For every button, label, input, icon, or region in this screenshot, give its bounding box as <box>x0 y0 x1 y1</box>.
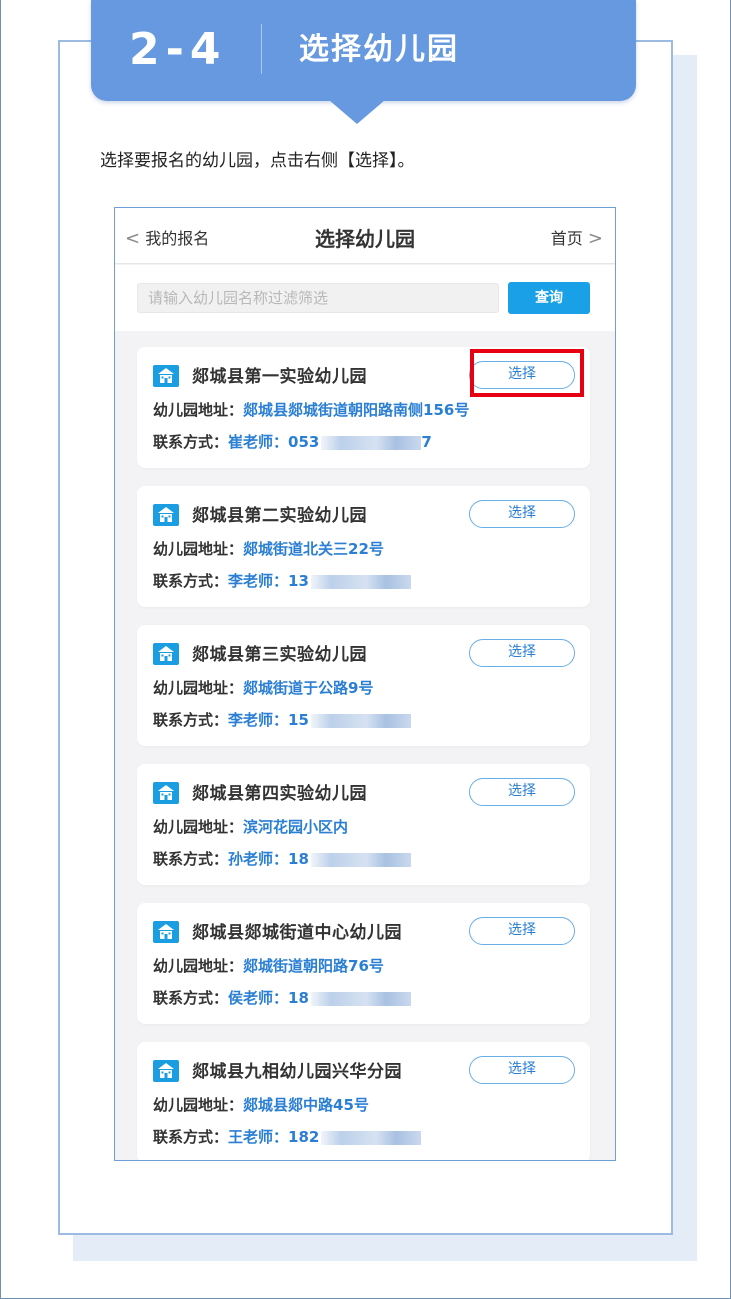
contact-name: 王老师： <box>228 1128 289 1146</box>
select-button[interactable]: 选择 <box>469 639 575 667</box>
address-value: 郯城县郯城街道朝阳路南侧156号 <box>243 401 470 419</box>
school-building-icon <box>153 921 179 943</box>
address-label: 幼儿园地址： <box>153 679 244 697</box>
search-bar: 查询 <box>115 265 615 331</box>
address-row: 幼儿园地址：郯城街道朝阳路76号 <box>153 955 384 976</box>
select-button[interactable]: 选择 <box>469 500 575 528</box>
phone-visible: 182 <box>288 1128 320 1146</box>
phone-blur <box>310 713 411 728</box>
search-button[interactable]: 查询 <box>508 282 590 314</box>
school-building-icon <box>153 1060 179 1082</box>
kindergarten-card: 郯城县九相幼儿园兴华分园 选择 幼儿园地址：郯城县郯中路45号 联系方式：王老师：18… <box>137 1042 590 1160</box>
banner-pointer <box>329 100 385 124</box>
phone-visible: 18 <box>288 989 309 1007</box>
contact-row: 联系方式：王老师：182 <box>153 1126 422 1147</box>
address-label: 幼儿园地址： <box>153 401 244 419</box>
contact-label: 联系方式： <box>153 572 229 590</box>
nav-bar: < 我的报名 选择幼儿园 首页 > <box>115 208 615 264</box>
contact-row: 联系方式：崔老师：053 7 <box>153 431 432 452</box>
step-title: 选择幼儿园 <box>299 32 459 67</box>
select-button[interactable]: 选择 <box>469 917 575 945</box>
instruction-text: 选择要报名的幼儿园，点击右侧【选择】。 <box>100 151 415 171</box>
home-label: 首页 <box>550 229 583 248</box>
address-row: 幼儿园地址：郯城街道于公路9号 <box>153 677 373 698</box>
phone-visible: 15 <box>288 711 309 729</box>
step-divider <box>261 24 262 74</box>
contact-row: 联系方式：孙老师：18 <box>153 848 411 869</box>
address-value: 郯城县郯中路45号 <box>243 1096 369 1114</box>
school-building-icon <box>153 504 179 526</box>
kindergarten-name: 郯城县第三实验幼儿园 <box>192 645 367 665</box>
address-row: 幼儿园地址：滨河花园小区内 <box>153 816 348 837</box>
contact-row: 联系方式：李老师：15 <box>153 709 411 730</box>
phone-blur <box>310 991 411 1006</box>
contact-name: 侯老师： <box>228 989 289 1007</box>
contact-name: 孙老师： <box>228 850 289 868</box>
select-button[interactable]: 选择 <box>469 778 575 806</box>
phone-blur <box>310 852 411 867</box>
phone-visible: 053 <box>288 433 320 451</box>
address-row: 幼儿园地址：郯城县郯城街道朝阳路南侧156号 <box>153 399 469 420</box>
search-input[interactable] <box>137 283 499 313</box>
address-value: 郯城街道北关三22号 <box>243 540 384 558</box>
select-button[interactable]: 选择 <box>469 1056 575 1084</box>
contact-row: 联系方式：侯老师：18 <box>153 987 411 1008</box>
phone-blur <box>310 574 411 589</box>
school-building-icon <box>153 643 179 665</box>
kindergarten-card: 郯城县郯城街道中心幼儿园 选择 幼儿园地址：郯城街道朝阳路76号 联系方式：侯老师：1… <box>137 903 590 1024</box>
address-value: 郯城街道于公路9号 <box>243 679 374 697</box>
school-building-icon <box>153 365 179 387</box>
phone-visible: 18 <box>288 850 309 868</box>
kindergarten-name: 郯城县九相幼儿园兴华分园 <box>192 1062 402 1082</box>
contact-name: 李老师： <box>228 711 289 729</box>
kindergarten-card: 郯城县第四实验幼儿园 选择 幼儿园地址：滨河花园小区内 联系方式：孙老师：18 <box>137 764 590 885</box>
home-link[interactable]: 首页 > <box>551 225 603 249</box>
contact-row: 联系方式：李老师：13 <box>153 570 411 591</box>
step-banner: 2-4 选择幼儿园 <box>91 0 636 124</box>
kindergarten-name: 郯城县郯城街道中心幼儿园 <box>192 923 402 943</box>
address-label: 幼儿园地址： <box>153 1096 244 1114</box>
chevron-right-icon: > <box>587 228 603 249</box>
phone-visible: 13 <box>288 572 309 590</box>
page-title: 选择幼儿园 <box>315 227 415 251</box>
address-row: 幼儿园地址：郯城街道北关三22号 <box>153 538 384 559</box>
address-value: 郯城街道朝阳路76号 <box>243 957 384 975</box>
phone-blur <box>321 1130 422 1145</box>
phone-tail: 7 <box>421 433 432 451</box>
contact-label: 联系方式： <box>153 711 229 729</box>
contact-label: 联系方式： <box>153 433 229 451</box>
contact-label: 联系方式： <box>153 1128 229 1146</box>
contact-label: 联系方式： <box>153 850 229 868</box>
school-building-icon <box>153 782 179 804</box>
address-row: 幼儿园地址：郯城县郯中路45号 <box>153 1094 369 1115</box>
step-number: 2-4 <box>129 24 227 75</box>
kindergarten-name: 郯城县第四实验幼儿园 <box>192 784 367 804</box>
address-label: 幼儿园地址： <box>153 540 244 558</box>
address-label: 幼儿园地址： <box>153 957 244 975</box>
contact-name: 李老师： <box>228 572 289 590</box>
kindergarten-card: 郯城县第二实验幼儿园 选择 幼儿园地址：郯城街道北关三22号 联系方式：李老师：13 <box>137 486 590 607</box>
address-value: 滨河花园小区内 <box>243 818 349 836</box>
contact-label: 联系方式： <box>153 989 229 1007</box>
kindergarten-card: 郯城县第三实验幼儿园 选择 幼儿园地址：郯城街道于公路9号 联系方式：李老师：15 <box>137 625 590 746</box>
kindergarten-name: 郯城县第一实验幼儿园 <box>192 367 367 387</box>
address-label: 幼儿园地址： <box>153 818 244 836</box>
highlight-box <box>470 349 584 397</box>
phone-blur <box>321 435 422 450</box>
contact-name: 崔老师： <box>228 433 289 451</box>
kindergarten-name: 郯城县第二实验幼儿园 <box>192 506 367 526</box>
